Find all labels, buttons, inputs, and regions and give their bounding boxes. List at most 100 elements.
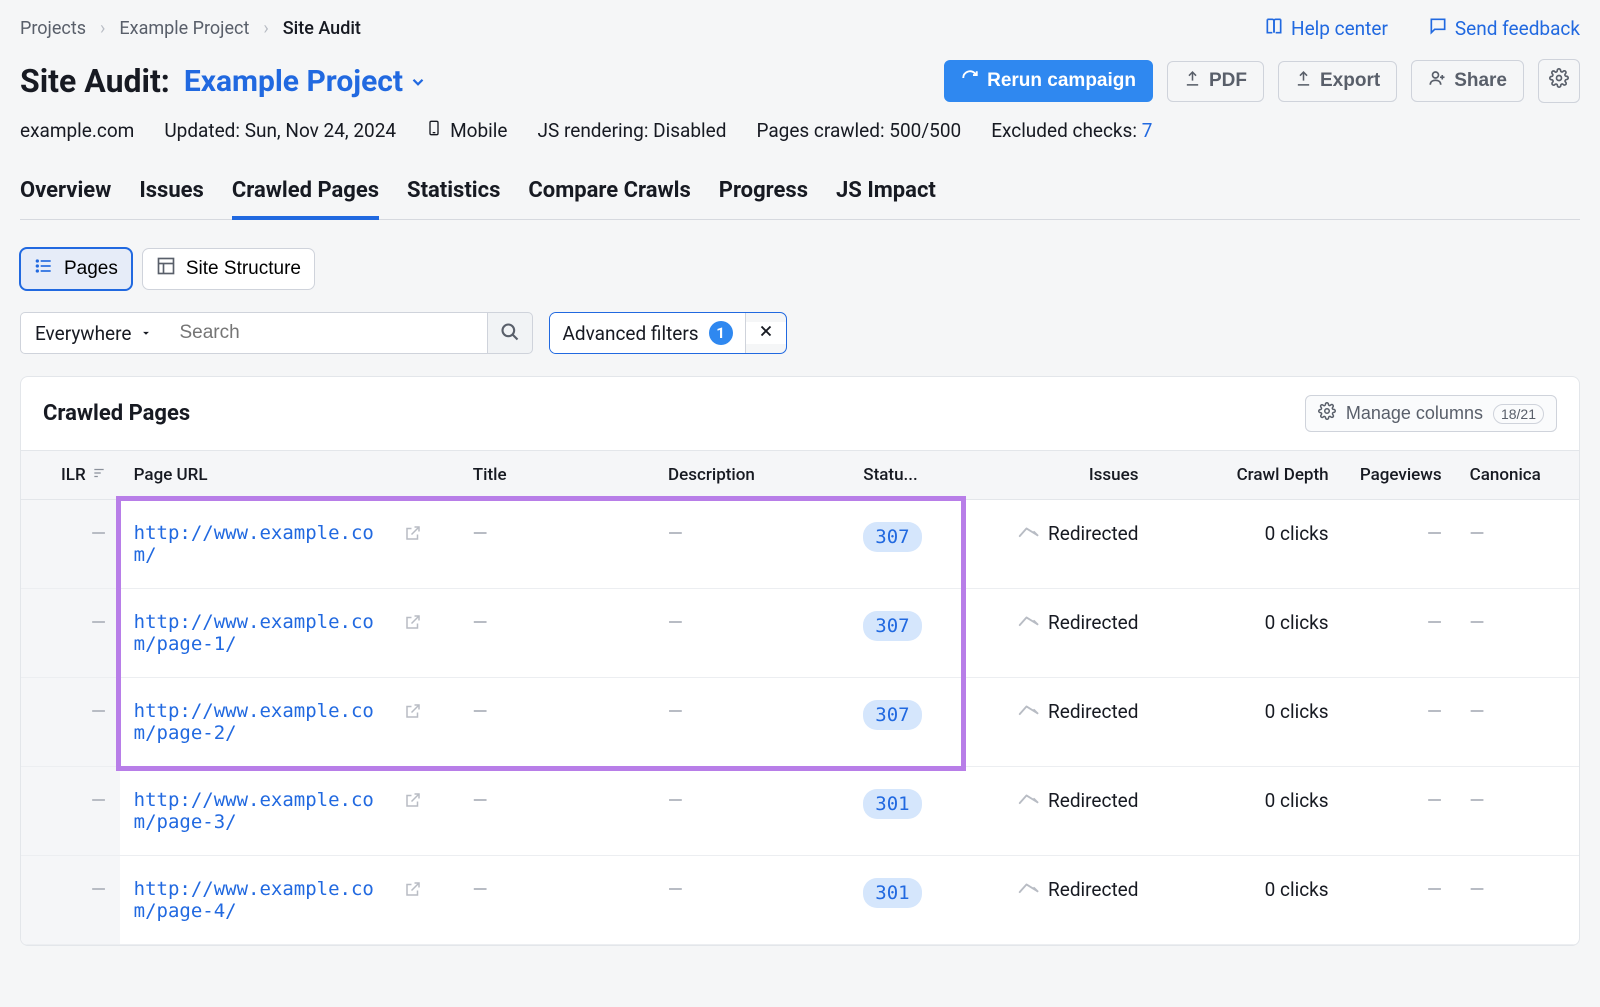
table-row[interactable]: —http://www.example.com/page-3/——301Redi… — [21, 767, 1579, 856]
external-link-icon[interactable] — [404, 613, 422, 636]
pageviews-value: — — [1427, 789, 1442, 812]
canonical-value: — — [1470, 611, 1485, 634]
title-row: Site Audit: Example Project Rerun campai… — [20, 59, 1580, 103]
manage-columns-count: 18/21 — [1493, 404, 1544, 424]
manage-columns-button[interactable]: Manage columns 18/21 — [1305, 395, 1557, 432]
share-label: Share — [1454, 70, 1507, 92]
send-feedback-label: Send feedback — [1455, 17, 1580, 40]
col-title[interactable]: Title — [459, 451, 654, 500]
tab-compare-crawls[interactable]: Compare Crawls — [528, 172, 690, 219]
advanced-filters-label: Advanced filters — [562, 322, 698, 345]
table-row[interactable]: —http://www.example.com/page-4/——301Redi… — [21, 856, 1579, 945]
col-status[interactable]: Statu... — [849, 451, 962, 500]
sort-icon — [92, 465, 106, 485]
breadcrumb-project[interactable]: Example Project — [119, 18, 249, 39]
stat-excluded-count[interactable]: 7 — [1142, 119, 1153, 142]
issue-value: Redirected — [1048, 700, 1138, 723]
col-canonical[interactable]: Canonica — [1456, 451, 1579, 500]
refresh-icon — [961, 69, 979, 93]
title-value: — — [473, 789, 488, 812]
page-url-link[interactable]: http://www.example.com/ — [134, 522, 394, 566]
col-ilr[interactable]: ILR — [21, 451, 120, 500]
col-issues[interactable]: Issues — [962, 451, 1152, 500]
chevron-right-icon: › — [263, 18, 268, 39]
crawled-pages-table: ILR Page URL Title Description Statu... — [21, 450, 1579, 945]
col-description[interactable]: Description — [654, 451, 849, 500]
crawl-depth-value: 0 clicks — [1265, 878, 1329, 901]
status-badge: 307 — [863, 611, 921, 641]
stat-domain: example.com — [20, 119, 134, 142]
table-row[interactable]: —http://www.example.com/page-1/——307Redi… — [21, 589, 1579, 678]
tab-js-impact[interactable]: JS Impact — [836, 172, 936, 219]
external-link-icon[interactable] — [404, 524, 422, 547]
help-center-link[interactable]: Help center — [1264, 16, 1388, 41]
external-link-icon[interactable] — [404, 702, 422, 725]
export-label: Export — [1320, 70, 1380, 92]
search-icon — [500, 322, 520, 345]
stats-row: example.com Updated: Sun, Nov 24, 2024 M… — [20, 117, 1580, 144]
export-button[interactable]: Export — [1278, 61, 1397, 102]
share-button[interactable]: Share — [1411, 60, 1524, 102]
table-row[interactable]: —http://www.example.com/page-2/——307Redi… — [21, 678, 1579, 767]
settings-button[interactable] — [1538, 59, 1580, 103]
external-link-icon[interactable] — [404, 791, 422, 814]
send-feedback-link[interactable]: Send feedback — [1428, 16, 1580, 41]
tab-statistics[interactable]: Statistics — [407, 172, 500, 219]
search-scope-select[interactable]: Everywhere — [20, 312, 167, 354]
col-url[interactable]: Page URL — [120, 451, 459, 500]
user-plus-icon — [1428, 69, 1446, 93]
description-value: — — [668, 611, 683, 634]
description-value: — — [668, 700, 683, 723]
canonical-value: — — [1470, 522, 1485, 545]
book-icon — [1264, 16, 1284, 41]
redirect-icon — [1018, 789, 1040, 812]
table-row[interactable]: —http://www.example.com/——307Redirected0… — [21, 500, 1579, 589]
mobile-icon — [426, 117, 442, 144]
stat-device: Mobile — [450, 119, 507, 142]
issue-value: Redirected — [1048, 522, 1138, 545]
page-url-link[interactable]: http://www.example.com/page-4/ — [134, 878, 394, 922]
page-url-link[interactable]: http://www.example.com/page-3/ — [134, 789, 394, 833]
project-select[interactable]: Example Project — [184, 64, 427, 99]
canonical-value: — — [1470, 789, 1485, 812]
search-input[interactable] — [167, 312, 487, 354]
external-link-icon[interactable] — [404, 880, 422, 903]
tab-issues[interactable]: Issues — [139, 172, 204, 219]
chevron-down-icon — [409, 64, 427, 99]
view-structure-button[interactable]: Site Structure — [142, 248, 315, 290]
col-crawl-depth[interactable]: Crawl Depth — [1152, 451, 1342, 500]
close-icon — [757, 322, 775, 344]
tab-overview[interactable]: Overview — [20, 172, 111, 219]
tab-crawled-pages[interactable]: Crawled Pages — [232, 172, 379, 219]
clear-advanced-filters-button[interactable] — [746, 322, 786, 344]
gear-icon — [1549, 68, 1569, 94]
page-url-link[interactable]: http://www.example.com/page-2/ — [134, 700, 394, 744]
rerun-label: Rerun campaign — [987, 70, 1136, 92]
advanced-filters-count: 1 — [709, 321, 733, 345]
status-badge: 301 — [863, 878, 921, 908]
view-pages-label: Pages — [64, 258, 118, 280]
page-url-link[interactable]: http://www.example.com/page-1/ — [134, 611, 394, 655]
status-badge: 301 — [863, 789, 921, 819]
redirect-icon — [1018, 878, 1040, 901]
description-value: — — [668, 878, 683, 901]
upload-icon — [1184, 70, 1201, 93]
pageviews-value: — — [1427, 611, 1442, 634]
rerun-campaign-button[interactable]: Rerun campaign — [944, 60, 1153, 102]
stat-excluded-label: Excluded checks: — [991, 119, 1141, 142]
col-pageviews[interactable]: Pageviews — [1343, 451, 1456, 500]
advanced-filters-button[interactable]: Advanced filters 1 — [550, 313, 745, 353]
breadcrumb: Projects › Example Project › Site Audit … — [20, 16, 1580, 41]
view-pages-button[interactable]: Pages — [20, 248, 132, 290]
stat-js-rendering: JS rendering: Disabled — [538, 119, 727, 142]
tab-progress[interactable]: Progress — [719, 172, 808, 219]
pdf-button[interactable]: PDF — [1167, 61, 1264, 102]
search-button[interactable] — [487, 312, 533, 354]
pdf-label: PDF — [1209, 70, 1247, 92]
breadcrumb-projects[interactable]: Projects — [20, 18, 86, 39]
search-scope-label: Everywhere — [35, 322, 131, 345]
pageviews-value: — — [1427, 522, 1442, 545]
manage-columns-label: Manage columns — [1346, 403, 1483, 424]
title-value: — — [473, 878, 488, 901]
breadcrumb-current: Site Audit — [283, 18, 361, 39]
